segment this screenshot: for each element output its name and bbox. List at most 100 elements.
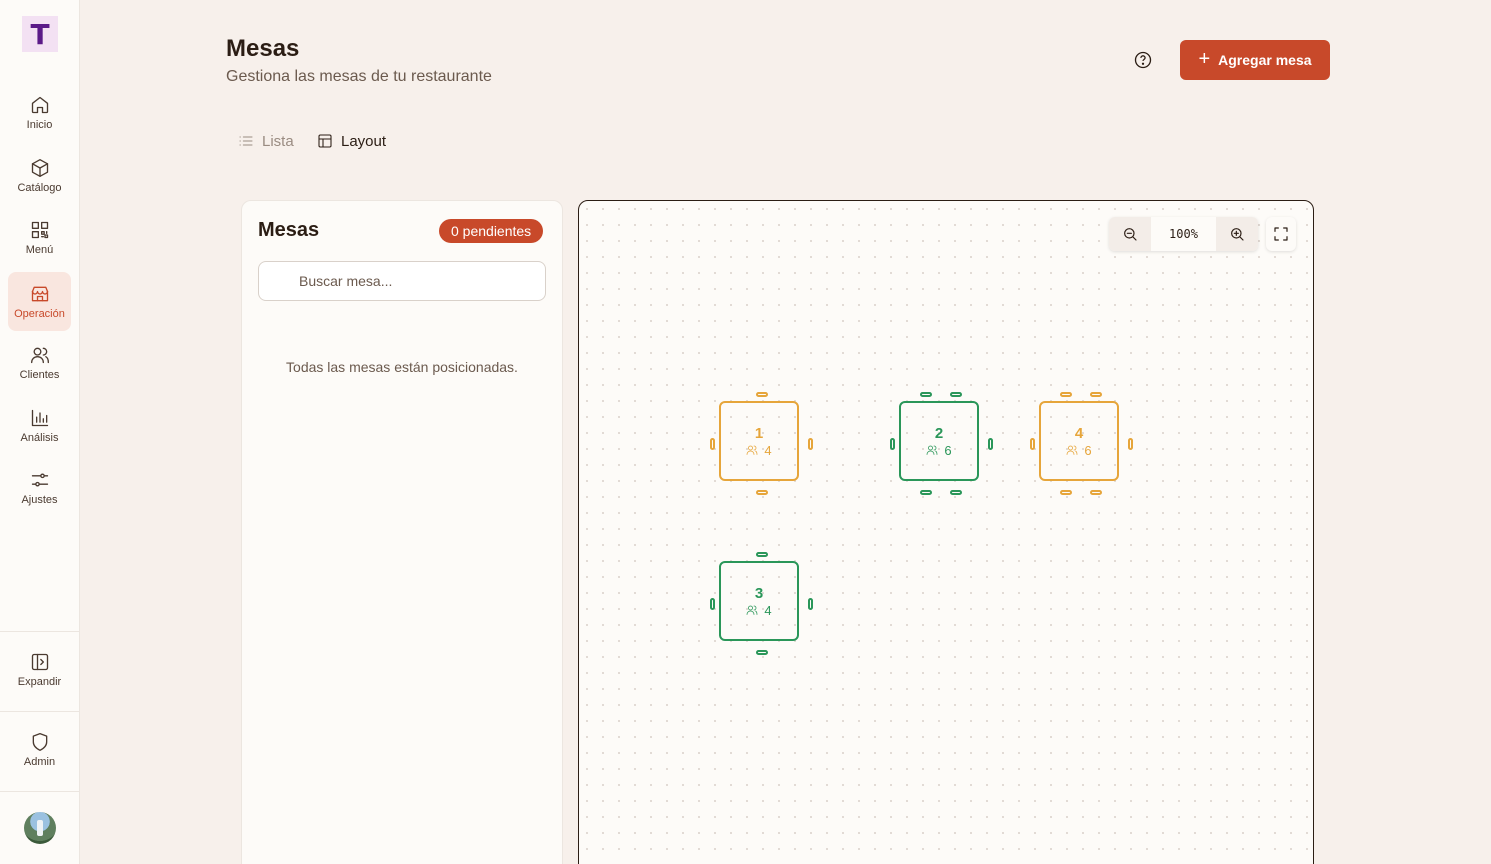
- table-capacity-value: 4: [764, 442, 772, 458]
- sidebar-divider: [0, 791, 80, 792]
- sidebar: T Inicio Catálogo Menú Operación Cliente…: [0, 0, 80, 864]
- zoom-in-button[interactable]: [1216, 217, 1258, 251]
- chair: [1090, 392, 1102, 397]
- table-1[interactable]: 1 4: [719, 401, 799, 481]
- table-capacity: 4: [746, 442, 772, 458]
- sidebar-item-clientes[interactable]: Clientes: [8, 334, 71, 392]
- chair: [756, 650, 768, 655]
- table-capacity-value: 4: [764, 602, 772, 618]
- sliders-icon: [31, 473, 48, 487]
- users-icon: [746, 605, 758, 615]
- plus-icon: +: [1198, 48, 1211, 70]
- sidebar-item-label: Admin: [23, 756, 56, 768]
- zoom-controls: 100%: [1109, 217, 1258, 251]
- qr-code-icon: [31, 221, 48, 239]
- table-number: 4: [1074, 424, 1084, 442]
- chair: [950, 392, 962, 397]
- sidebar-item-operacion[interactable]: Operación: [8, 272, 71, 331]
- chair: [950, 490, 962, 495]
- table-4[interactable]: 4 6: [1039, 401, 1119, 481]
- chair: [1090, 490, 1102, 495]
- chair: [920, 490, 932, 495]
- tab-layout[interactable]: Layout: [317, 130, 386, 152]
- chair: [756, 392, 768, 397]
- sidebar-expand-button[interactable]: Expandir: [8, 641, 71, 699]
- sidebar-item-label: Catálogo: [17, 182, 62, 194]
- sidebar-divider: [0, 631, 80, 632]
- avatar[interactable]: [24, 812, 56, 844]
- chair: [920, 392, 932, 397]
- search-input[interactable]: [258, 261, 546, 301]
- sidebar-item-label: Clientes: [19, 369, 60, 381]
- layout-canvas[interactable]: 100% 1 4 2 6 4 6 3 4: [578, 200, 1314, 864]
- chair: [1128, 438, 1133, 450]
- chair: [1030, 438, 1035, 450]
- zoom-out-button[interactable]: [1109, 217, 1151, 251]
- pending-badge: 0 pendientes: [439, 219, 544, 243]
- chair: [756, 490, 768, 495]
- app-logo[interactable]: T: [22, 16, 58, 52]
- layout-icon: [318, 134, 332, 148]
- table-capacity-value: 6: [1084, 442, 1092, 458]
- chair: [1060, 490, 1072, 495]
- table-2[interactable]: 2 6: [899, 401, 979, 481]
- sidebar-item-label: Menú: [25, 244, 54, 256]
- tables-panel: Mesas 0 pendientes Todas las mesas están…: [241, 200, 563, 864]
- empty-message: Todas las mesas están posicionadas.: [286, 359, 518, 375]
- sidebar-item-label: Análisis: [20, 432, 59, 444]
- table-3[interactable]: 3 4: [719, 561, 799, 641]
- chair: [756, 552, 768, 557]
- table-number: 1: [754, 424, 764, 442]
- tab-label: Layout: [341, 132, 387, 150]
- users-icon: [30, 347, 49, 364]
- chair: [710, 598, 715, 610]
- shield-icon: [32, 733, 47, 751]
- table-capacity-value: 6: [944, 442, 952, 458]
- help-icon: [1134, 51, 1152, 69]
- zoom-level: 100%: [1169, 227, 1198, 241]
- list-icon: [239, 136, 253, 146]
- sidebar-item-inicio[interactable]: Inicio: [8, 84, 71, 142]
- zoom-out-icon: [1124, 228, 1137, 241]
- chair: [808, 438, 813, 450]
- chair: [1060, 392, 1072, 397]
- sidebar-item-label: Inicio: [26, 119, 53, 131]
- chair: [890, 438, 895, 450]
- users-icon: [1066, 445, 1078, 455]
- add-table-label: Agregar mesa: [1218, 52, 1312, 68]
- table-number: 3: [754, 584, 764, 602]
- users-icon: [926, 445, 938, 455]
- sidebar-item-analisis[interactable]: Análisis: [8, 397, 71, 455]
- bar-chart-icon: [31, 409, 48, 427]
- page-title: Mesas: [226, 35, 300, 62]
- page-subtitle: Gestiona las mesas de tu restaurante: [226, 68, 492, 85]
- sidebar-item-label: Ajustes: [21, 494, 58, 506]
- sidebar-item-label: Expandir: [17, 676, 62, 688]
- box-icon: [31, 159, 48, 177]
- table-capacity: 6: [926, 442, 952, 458]
- sidebar-item-menu[interactable]: Menú: [8, 209, 71, 267]
- sidebar-divider: [0, 711, 80, 712]
- sidebar-item-ajustes[interactable]: Ajustes: [8, 459, 71, 517]
- panel-title: Mesas: [258, 219, 320, 241]
- sidebar-item-label: Operación: [14, 307, 65, 320]
- chair: [988, 438, 993, 450]
- zoom-in-icon: [1231, 228, 1244, 241]
- chair: [710, 438, 715, 450]
- chair: [808, 598, 813, 610]
- tab-lista[interactable]: Lista: [238, 130, 294, 152]
- table-number: 2: [934, 424, 944, 442]
- fullscreen-icon: [1274, 227, 1288, 241]
- tab-label: Lista: [262, 132, 294, 150]
- home-icon: [31, 96, 48, 114]
- users-icon: [746, 445, 758, 455]
- table-capacity: 4: [746, 602, 772, 618]
- panel-expand-icon: [31, 653, 48, 671]
- sidebar-item-catalogo[interactable]: Catálogo: [8, 147, 71, 205]
- help-button[interactable]: [1133, 50, 1153, 70]
- fullscreen-button[interactable]: [1266, 217, 1296, 251]
- add-table-button[interactable]: + Agregar mesa: [1180, 40, 1330, 80]
- sidebar-item-admin[interactable]: Admin: [8, 721, 71, 779]
- table-capacity: 6: [1066, 442, 1092, 458]
- store-icon: [31, 286, 48, 301]
